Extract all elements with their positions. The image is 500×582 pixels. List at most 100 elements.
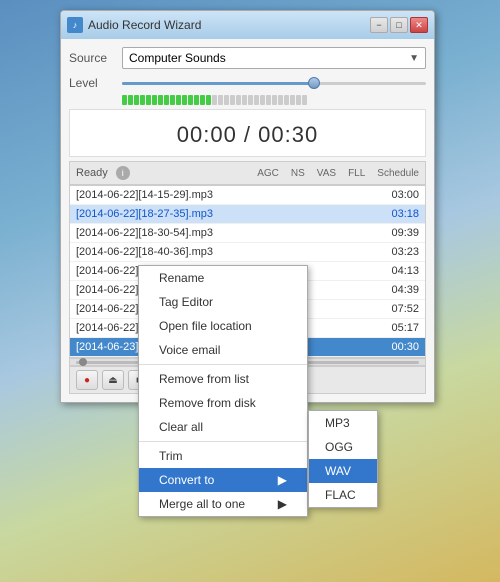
info-badge[interactable]: i — [116, 166, 130, 180]
status-controls: AGC NS VAS FLL Schedule — [257, 168, 419, 179]
close-button[interactable]: ✕ — [410, 17, 428, 33]
menu-item[interactable]: Trim — [139, 444, 307, 468]
vu-bar — [188, 95, 193, 105]
ready-text: Ready — [76, 167, 108, 179]
window-title: Audio Record Wizard — [88, 18, 201, 32]
status-bar: Ready i AGC NS VAS FLL Schedule — [69, 161, 426, 185]
vu-bar — [242, 95, 247, 105]
menu-divider — [139, 441, 307, 442]
vu-bar — [296, 95, 301, 105]
submenu-arrow-icon: ▶ — [278, 497, 287, 511]
menu-item-label: Voice email — [159, 343, 220, 357]
menu-item-label: Remove from list — [159, 372, 249, 386]
maximize-button[interactable]: □ — [390, 17, 408, 33]
source-value: Computer Sounds — [129, 51, 226, 65]
menu-item[interactable]: Merge all to one ▶ — [139, 492, 307, 516]
submenu-item[interactable]: MP3 — [309, 411, 377, 435]
level-label: Level — [69, 76, 114, 90]
vas-label[interactable]: VAS — [317, 168, 336, 179]
menu-item[interactable]: Open file location — [139, 314, 307, 338]
menu-item[interactable]: Rename — [139, 266, 307, 290]
app-icon: ♪ — [67, 17, 83, 33]
file-item[interactable]: [2014-06-22][18-40-36].mp3 03:23 — [70, 243, 425, 262]
vu-meter — [122, 95, 418, 105]
source-row: Source Computer Sounds ▼ — [69, 47, 426, 69]
dropdown-arrow-icon: ▼ — [409, 53, 419, 64]
menu-item-label: Trim — [159, 449, 183, 463]
vu-bar — [254, 95, 259, 105]
vu-bar — [302, 95, 307, 105]
agc-label[interactable]: AGC — [257, 168, 279, 179]
submenu-item[interactable]: FLAC — [309, 483, 377, 507]
minimize-button[interactable]: − — [370, 17, 388, 33]
level-slider[interactable] — [122, 75, 426, 91]
file-time: 05:17 — [391, 322, 419, 334]
menu-item[interactable]: Voice email — [139, 338, 307, 362]
menu-item[interactable]: Remove from list — [139, 367, 307, 391]
menu-item-label: Remove from disk — [159, 396, 256, 410]
file-name: [2014-06-22][18-40-36].mp3 — [76, 246, 213, 258]
submenu-arrow-icon: ▶ — [278, 473, 287, 487]
title-buttons: − □ ✕ — [370, 17, 428, 33]
menu-item-label: Merge all to one — [159, 497, 245, 511]
submenu: MP3OGGWAVFLAC — [308, 410, 378, 508]
vu-bar — [200, 95, 205, 105]
file-item[interactable]: [2014-06-22][18-27-35].mp303:18 — [70, 205, 425, 224]
vu-bar — [146, 95, 151, 105]
ns-label[interactable]: NS — [291, 168, 305, 179]
menu-divider — [139, 364, 307, 365]
eject-button[interactable]: ⏏ — [102, 370, 124, 390]
vu-bar — [128, 95, 133, 105]
menu-item-label: Convert to — [159, 473, 214, 487]
record-button[interactable]: ● — [76, 370, 98, 390]
playback-thumb — [79, 358, 87, 366]
file-time: 04:39 — [391, 284, 419, 296]
level-thumb — [308, 77, 320, 89]
vu-bar — [218, 95, 223, 105]
submenu-item[interactable]: OGG — [309, 435, 377, 459]
vu-bar — [236, 95, 241, 105]
vu-bar — [206, 95, 211, 105]
context-menu: Rename Tag Editor Open file location Voice … — [138, 265, 308, 517]
file-time: 03:23 — [391, 246, 419, 258]
file-name: [2014-06-22][18-30-54].mp3 — [76, 227, 213, 239]
menu-item[interactable]: Remove from disk — [139, 391, 307, 415]
file-time: 09:39 — [391, 227, 419, 239]
file-time: 04:13 — [391, 265, 419, 277]
vu-bar — [224, 95, 229, 105]
file-time: 03:00 — [391, 189, 419, 201]
menu-item[interactable]: Clear all — [139, 415, 307, 439]
vu-bar — [170, 95, 175, 105]
title-bar: ♪ Audio Record Wizard − □ ✕ — [61, 11, 434, 39]
vu-bar — [260, 95, 265, 105]
vu-bar — [158, 95, 163, 105]
menu-item-label: Tag Editor — [159, 295, 213, 309]
submenu-item[interactable]: WAV — [309, 459, 377, 483]
file-time: 00:30 — [391, 341, 419, 353]
timer-section: 00:00 / 00:30 — [69, 109, 426, 157]
vu-bar — [182, 95, 187, 105]
vu-bar — [278, 95, 283, 105]
level-fill — [122, 82, 320, 85]
menu-item[interactable]: Tag Editor — [139, 290, 307, 314]
fll-label[interactable]: FLL — [348, 168, 365, 179]
vu-bar — [152, 95, 157, 105]
menu-item[interactable]: Convert to ▶ — [139, 468, 307, 492]
file-name: [2014-06-22][14-15-29].mp3 — [76, 189, 213, 201]
vu-bar — [272, 95, 277, 105]
timer-display: 00:00 / 00:30 — [177, 122, 318, 147]
source-dropdown[interactable]: Computer Sounds ▼ — [122, 47, 426, 69]
vu-bar — [164, 95, 169, 105]
vu-bar — [248, 95, 253, 105]
file-item[interactable]: [2014-06-22][14-15-29].mp3 03:00 — [70, 186, 425, 205]
file-item[interactable]: [2014-06-22][18-30-54].mp3 09:39 — [70, 224, 425, 243]
vu-bar — [134, 95, 139, 105]
file-name: [2014-06-22][18-27-35].mp3 — [76, 208, 213, 220]
schedule-label[interactable]: Schedule — [377, 168, 419, 179]
vu-bar — [212, 95, 217, 105]
menu-item-label: Open file location — [159, 319, 252, 333]
vu-bar — [230, 95, 235, 105]
file-time: 07:52 — [391, 303, 419, 315]
level-track — [122, 82, 426, 85]
vu-bar — [122, 95, 127, 105]
